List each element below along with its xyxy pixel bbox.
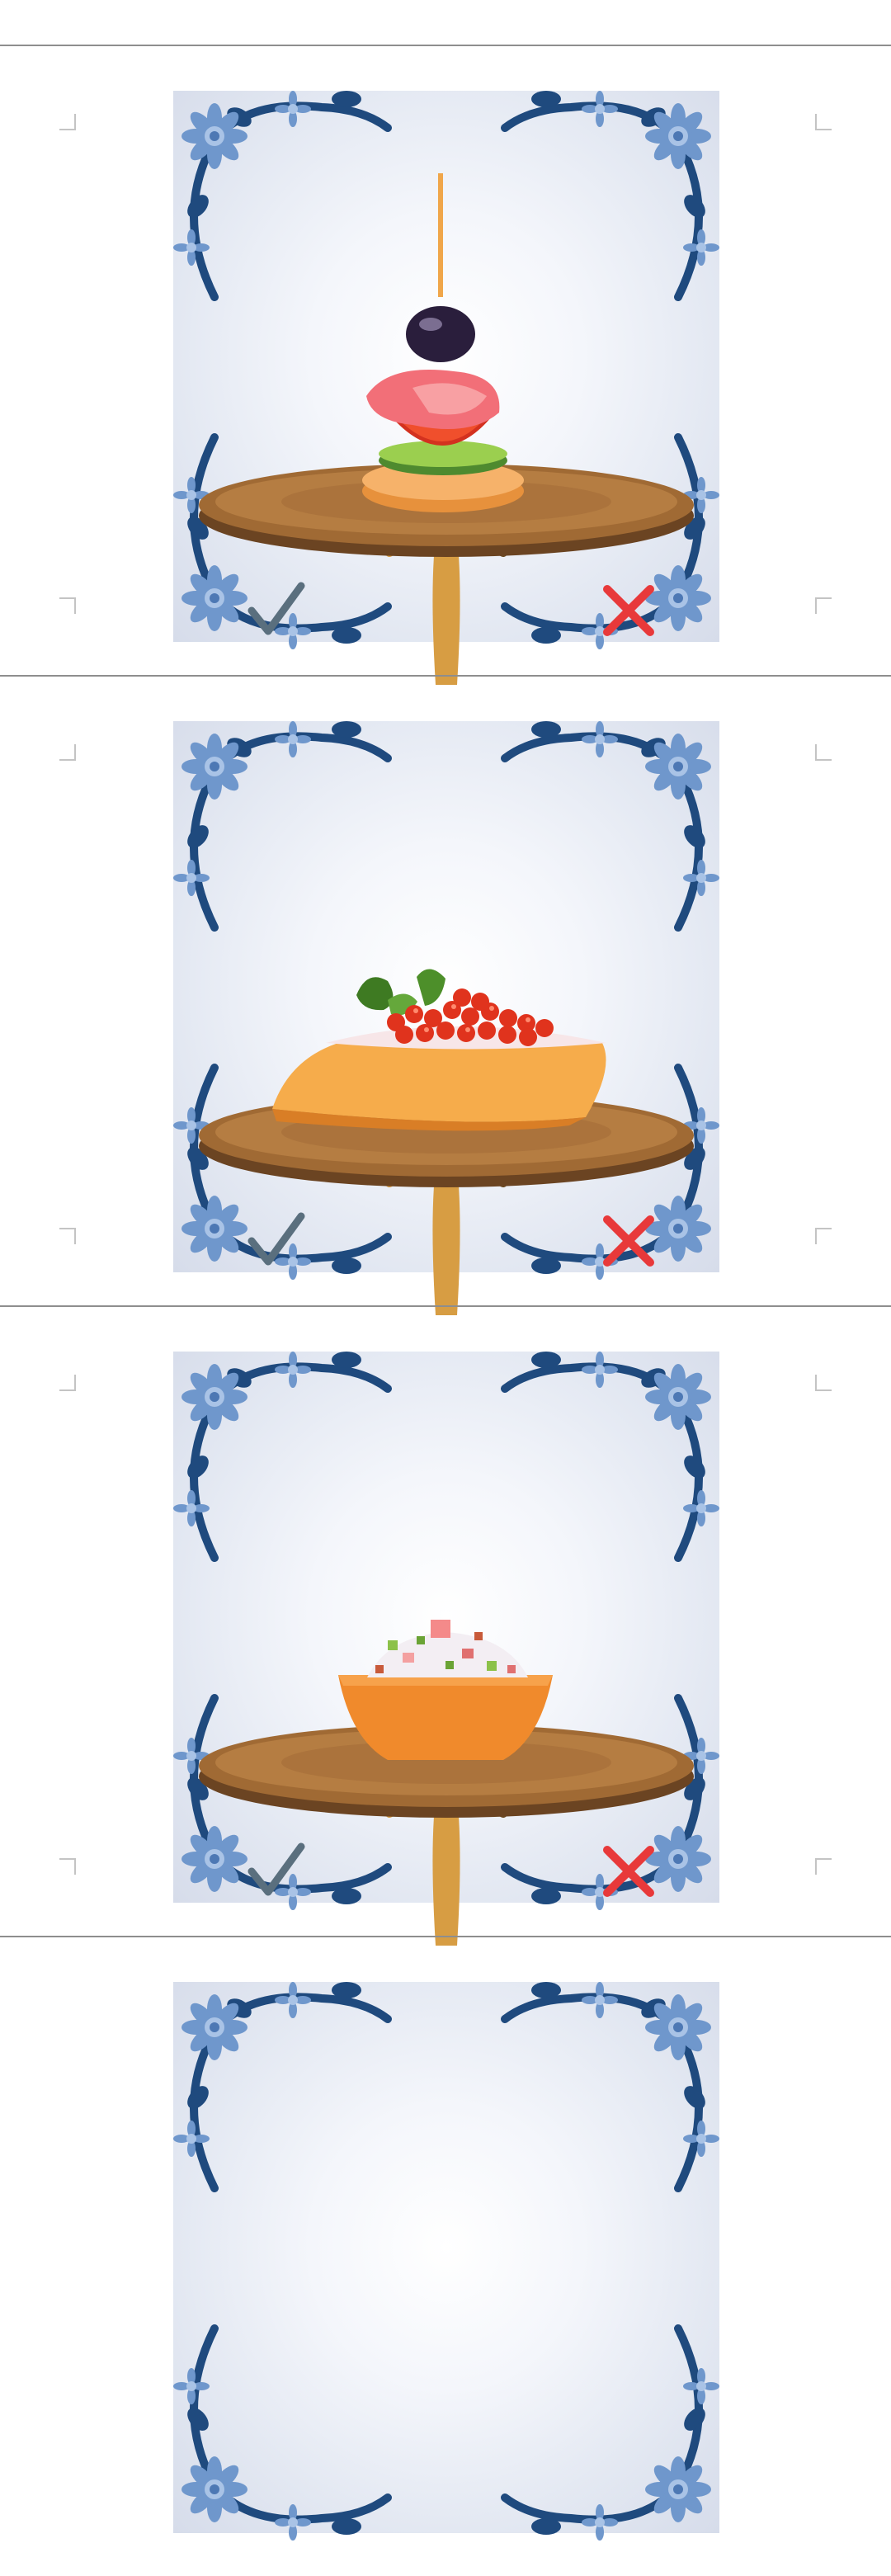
checkmark-icon <box>248 1842 305 1896</box>
crop-mark <box>59 744 76 761</box>
crop-mark <box>59 1858 76 1875</box>
food-card <box>173 1982 719 2533</box>
food-card <box>173 721 719 1272</box>
card-page-2 <box>0 677 891 1305</box>
checkmark-icon <box>248 582 305 635</box>
crop-mark <box>815 1375 832 1391</box>
reject-button[interactable] <box>596 578 662 644</box>
approve-button[interactable] <box>243 1838 309 1904</box>
floral-frame <box>140 1941 752 2576</box>
partial-bottom-card <box>0 1937 891 2566</box>
crop-mark <box>59 597 76 614</box>
crop-mark <box>815 1228 832 1244</box>
floral-frame <box>140 0 752 31</box>
food-card <box>173 91 719 642</box>
crop-mark <box>59 1228 76 1244</box>
approve-button[interactable] <box>243 1208 309 1274</box>
food-card <box>173 1352 719 1903</box>
cross-icon <box>603 1215 654 1267</box>
crop-mark <box>59 1375 76 1391</box>
reject-button[interactable] <box>596 1838 662 1904</box>
crop-mark <box>815 114 832 130</box>
partial-top-card <box>0 0 891 21</box>
card-page-1 <box>0 46 891 675</box>
card-page-3 <box>0 1307 891 1936</box>
cross-icon <box>603 1846 654 1897</box>
crop-mark <box>59 114 76 130</box>
crop-mark <box>815 744 832 761</box>
cross-icon <box>603 585 654 636</box>
checkmark-icon <box>248 1212 305 1266</box>
crop-mark <box>815 1858 832 1875</box>
reject-button[interactable] <box>596 1208 662 1274</box>
approve-button[interactable] <box>243 578 309 644</box>
crop-mark <box>815 597 832 614</box>
